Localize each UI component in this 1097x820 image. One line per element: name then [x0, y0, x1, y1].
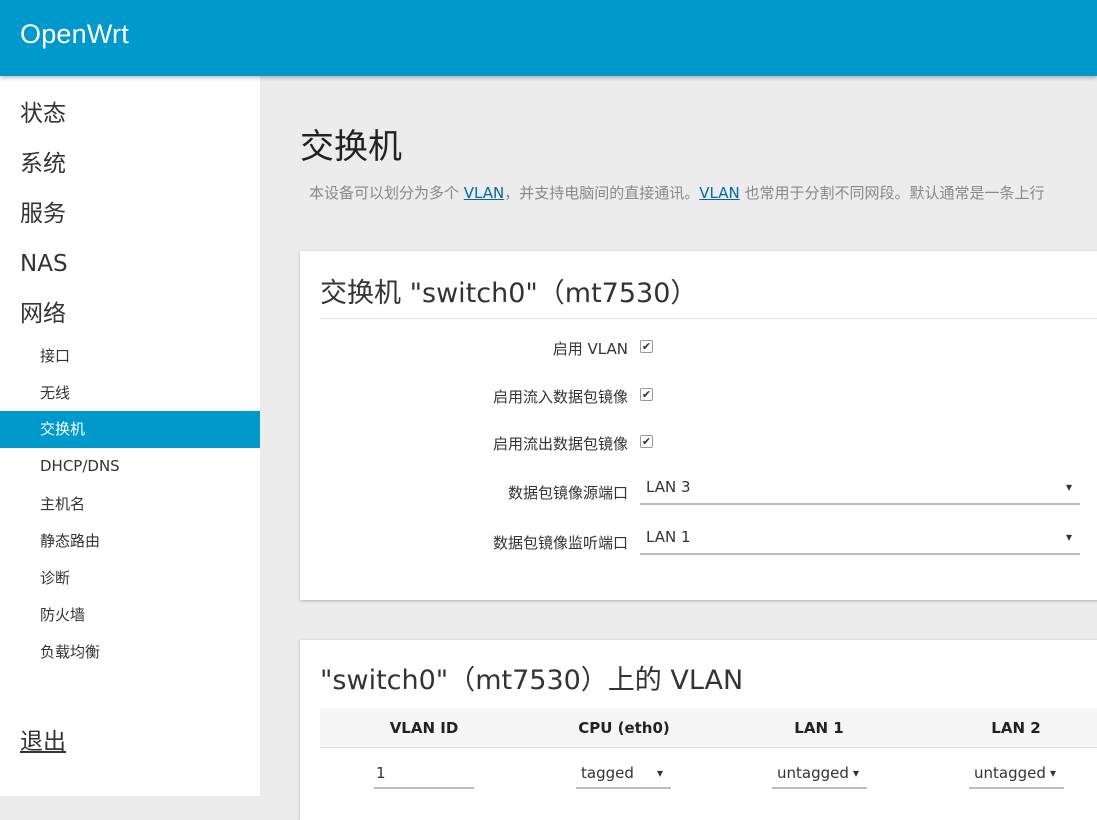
- mirror-monitor-label: 数据包镜像监听端口: [492, 534, 628, 552]
- chevron-down-icon: ▾: [1049, 766, 1056, 780]
- mirror-source-select[interactable]: LAN 3 ▾: [640, 475, 1080, 505]
- page-title: 交换机: [300, 127, 402, 167]
- brand-logo[interactable]: OpenWrt: [20, 19, 129, 50]
- check-icon: ✔: [641, 340, 652, 353]
- vlan-section-title: "switch0"（mt7530）上的 VLAN: [320, 665, 744, 696]
- vlan-table-card: "switch0"（mt7530）上的 VLAN VLAN ID CPU (et…: [300, 640, 1097, 820]
- nav-diagnostics[interactable]: 诊断: [0, 560, 260, 597]
- enable-vlan-label: 启用 VLAN: [552, 340, 628, 358]
- vlan-id-input[interactable]: 1: [374, 759, 474, 789]
- cpu-port-value: tagged: [581, 764, 634, 782]
- nav-interfaces[interactable]: 接口: [0, 338, 260, 375]
- nav-switch[interactable]: 交换机: [0, 411, 260, 448]
- lan2-port-select[interactable]: untagged ▾: [969, 759, 1064, 789]
- mirror-source-label: 数据包镜像源端口: [507, 484, 628, 502]
- logout-link[interactable]: 退出: [20, 722, 66, 756]
- top-header: OpenWrt: [0, 0, 1097, 76]
- nav-system[interactable]: 系统: [20, 150, 66, 178]
- check-icon: ✔: [641, 435, 652, 448]
- nav-static-routes[interactable]: 静态路由: [0, 523, 260, 560]
- nav-firewall[interactable]: 防火墙: [0, 597, 260, 634]
- chevron-down-icon: ▾: [852, 766, 859, 780]
- nav-load-balancing[interactable]: 负载均衡: [0, 634, 260, 671]
- mirror-rx-label: 启用流入数据包镜像: [492, 388, 628, 406]
- sidebar: 状态 系统 服务 NAS 网络 接口 无线 交换机 DHCP/DNS 主机名 静…: [0, 76, 260, 796]
- switch-settings-card: 交换机 "switch0"（mt7530） 启用 VLAN ✔ 启用流入数据包镜…: [300, 251, 1097, 600]
- vlan-link-1[interactable]: VLAN: [464, 184, 504, 202]
- switch-section-title: 交换机 "switch0"（mt7530）: [320, 278, 698, 309]
- nav-services[interactable]: 服务: [20, 200, 66, 228]
- nav-dhcp-dns[interactable]: DHCP/DNS: [0, 448, 260, 485]
- mirror-tx-checkbox[interactable]: ✔: [640, 435, 653, 448]
- nav-network[interactable]: 网络: [20, 300, 66, 328]
- lan1-port-value: untagged: [777, 764, 849, 782]
- vlan-table-header: VLAN ID CPU (eth0) LAN 1 LAN 2: [320, 709, 1097, 748]
- nav-status[interactable]: 状态: [20, 100, 66, 128]
- page-description: 本设备可以划分为多个 VLAN，并支持电脑间的直接通讯。VLAN 也常用于分割不…: [309, 182, 1044, 203]
- column-header-cpu: CPU (eth0): [578, 719, 670, 737]
- desc-text-2: ，并支持电脑间的直接通讯。: [504, 184, 700, 202]
- chevron-down-icon: ▾: [1065, 480, 1072, 494]
- mirror-source-value: LAN 3: [646, 478, 691, 496]
- main-content: 交换机 本设备可以划分为多个 VLAN，并支持电脑间的直接通讯。VLAN 也常用…: [260, 76, 1097, 820]
- enable-vlan-checkbox[interactable]: ✔: [640, 340, 653, 353]
- desc-text-1: 本设备可以划分为多个: [309, 184, 464, 202]
- column-header-lan2: LAN 2: [991, 719, 1041, 737]
- nav-wireless[interactable]: 无线: [0, 375, 260, 412]
- mirror-rx-checkbox[interactable]: ✔: [640, 388, 653, 401]
- check-icon: ✔: [641, 388, 652, 401]
- column-header-vlan-id: VLAN ID: [389, 719, 459, 737]
- section-divider: [320, 318, 1097, 319]
- column-header-lan1: LAN 1: [794, 719, 844, 737]
- lan1-port-select[interactable]: untagged ▾: [772, 759, 867, 789]
- mirror-monitor-value: LAN 1: [646, 528, 691, 546]
- vlan-link-2[interactable]: VLAN: [699, 184, 739, 202]
- lan2-port-value: untagged: [974, 764, 1046, 782]
- desc-text-3: 也常用于分割不同网段。默认通常是一条上行: [739, 184, 1045, 202]
- chevron-down-icon: ▾: [656, 766, 663, 780]
- nav-nas[interactable]: NAS: [20, 250, 68, 278]
- nav-hostnames[interactable]: 主机名: [0, 486, 260, 523]
- mirror-monitor-select[interactable]: LAN 1 ▾: [640, 525, 1080, 555]
- cpu-port-select[interactable]: tagged ▾: [576, 759, 671, 789]
- chevron-down-icon: ▾: [1065, 530, 1072, 544]
- mirror-tx-label: 启用流出数据包镜像: [492, 435, 628, 453]
